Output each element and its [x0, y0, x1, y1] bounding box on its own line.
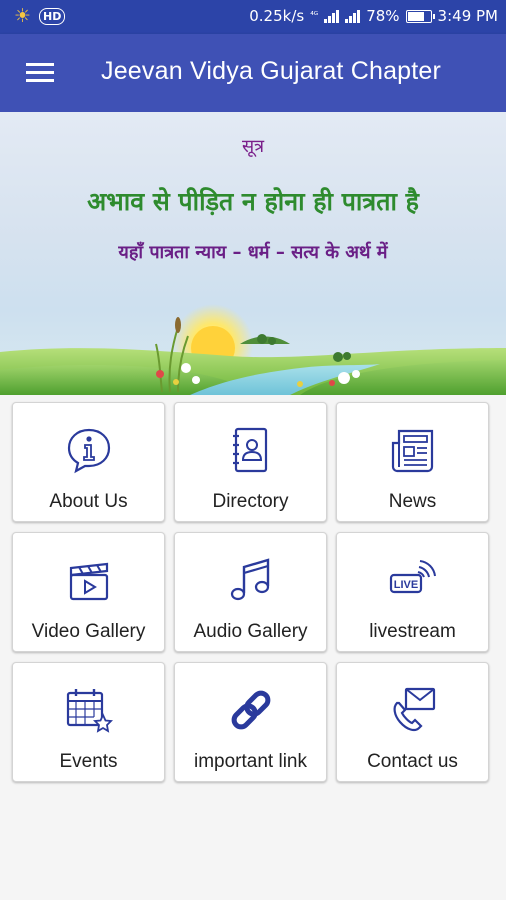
- tile-label: News: [388, 491, 437, 512]
- address-book-icon: [232, 427, 267, 473]
- battery-icon: [405, 9, 435, 23]
- news-tile[interactable]: News: [336, 402, 489, 522]
- signal-icon-2: [345, 9, 361, 23]
- events-tile[interactable]: Events: [12, 662, 165, 782]
- tile-label: Directory: [212, 491, 289, 512]
- status-bar: ☀ HD 0.25k/s ⁴ᴳ 78% 3:49 PM: [0, 0, 506, 34]
- chain-link-icon: [231, 690, 270, 730]
- calendar-star-icon: [66, 689, 113, 733]
- volte-icon: ⁴ᴳ: [310, 11, 319, 21]
- tile-label: About Us: [49, 491, 128, 512]
- banner-image: सूत्र अभाव से पीड़ित न होना ही पात्रता ह…: [0, 112, 506, 395]
- music-note-icon: [230, 558, 269, 601]
- hd-badge: HD: [39, 7, 66, 25]
- audio-gallery-tile[interactable]: Audio Gallery: [174, 532, 327, 652]
- info-chat-icon: [67, 428, 110, 474]
- battery-percent: 78%: [366, 7, 400, 25]
- live-broadcast-icon: LIVE: [389, 560, 436, 594]
- clapperboard-icon: [69, 562, 108, 601]
- envelope-phone-icon: [393, 687, 435, 732]
- about-us-tile[interactable]: About Us: [12, 402, 165, 522]
- banner-subquote: यहाँ पात्रता न्याय – धर्म – सत्य के अर्थ…: [118, 242, 388, 263]
- signal-icon: [324, 9, 340, 23]
- contact-us-tile[interactable]: Contact us: [336, 662, 489, 782]
- app-title: Jeevan Vidya Gujarat Chapter: [101, 57, 442, 85]
- svg-text:LIVE: LIVE: [393, 579, 417, 591]
- banner-quote: अभाव से पीड़ित न होना ही पात्रता है: [87, 187, 419, 216]
- tile-label: Video Gallery: [31, 621, 146, 642]
- brightness-icon: ☀: [14, 5, 32, 27]
- banner-heading: सूत्र: [241, 136, 265, 157]
- hamburger-menu-icon[interactable]: [26, 63, 54, 83]
- clock: 3:49 PM: [437, 7, 498, 25]
- video-gallery-tile[interactable]: Video Gallery: [12, 532, 165, 652]
- livestream-tile[interactable]: LIVE livestream: [336, 532, 489, 652]
- tile-label: livestream: [369, 621, 456, 642]
- tile-label: important link: [194, 751, 307, 772]
- tile-label: Audio Gallery: [193, 621, 308, 642]
- important-link-tile[interactable]: important link: [174, 662, 327, 782]
- network-speed: 0.25k/s: [249, 7, 305, 25]
- tile-label: Events: [59, 751, 118, 772]
- app-bar: Jeevan Vidya Gujarat Chapter: [0, 34, 506, 112]
- tile-label: Contact us: [367, 751, 458, 772]
- newspaper-icon: [391, 429, 433, 473]
- directory-tile[interactable]: Directory: [174, 402, 327, 522]
